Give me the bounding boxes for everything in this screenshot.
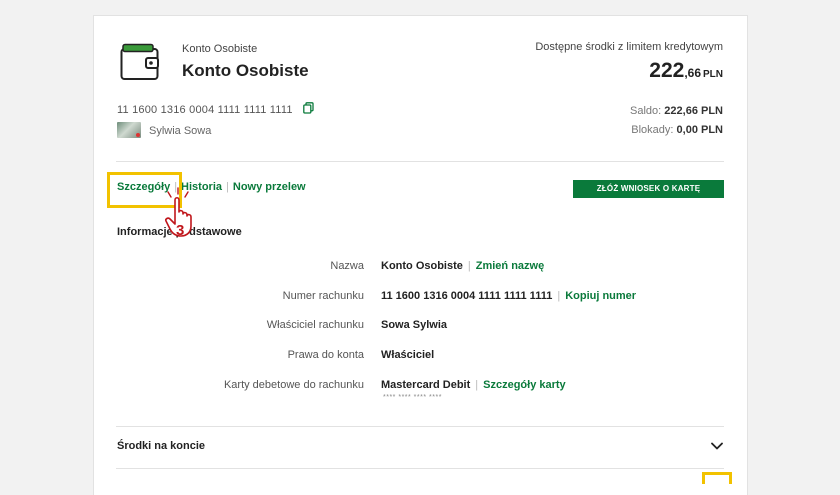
divider (116, 426, 724, 427)
accordion-funds-title[interactable]: Środki na koncie (117, 440, 205, 452)
copy-icon[interactable] (303, 102, 314, 114)
account-type-label: Konto Osobiste (182, 43, 258, 55)
tab-separator: | (226, 181, 229, 193)
blokady-value: 0,00 PLN (676, 124, 723, 136)
available-funds-amount: 222,66 PLN (649, 59, 723, 83)
row-label-rights: Prawa do konta (287, 349, 364, 361)
owner-name: Sylwia Sowa (149, 125, 212, 137)
available-currency: PLN (703, 69, 723, 80)
row-value-owner: Sowa Sylwia (381, 319, 447, 331)
chevron-down-icon[interactable] (711, 442, 723, 450)
wallet-icon (120, 43, 159, 80)
divider (116, 468, 724, 469)
tutorial-highlight-box (702, 472, 732, 484)
available-funds-label: Dostępne środki z limitem kredytowym (535, 41, 723, 53)
copy-number-link[interactable]: Kopiuj numer (565, 290, 636, 302)
row-label-account-number: Numer rachunku (282, 290, 364, 302)
tab-new-transfer[interactable]: Nowy przelew (233, 181, 306, 193)
saldo-value: 222,66 PLN (664, 105, 723, 117)
link-separator: | (557, 290, 561, 302)
masked-card-number: **** **** **** **** (383, 394, 442, 401)
divider (116, 161, 724, 162)
rename-link[interactable]: Zmień nazwę (476, 260, 544, 272)
saldo: Saldo: 222,66 PLN (630, 105, 723, 117)
account-card (93, 15, 748, 495)
available-decimal: ,66 (684, 66, 701, 80)
available-integer: 222 (649, 59, 685, 82)
blokady-label: Blokady: (631, 124, 674, 136)
debit-card-value: Mastercard Debit (381, 379, 471, 391)
row-label-name: Nazwa (330, 260, 364, 272)
owner-avatar (117, 122, 141, 138)
owner-value: Sowa Sylwia (381, 319, 448, 331)
saldo-label: Saldo: (630, 105, 662, 117)
blokady: Blokady: 0,00 PLN (631, 124, 723, 136)
row-label-debit-cards: Karty debetowe do rachunku (223, 379, 364, 391)
account-number-value: 11 1600 1316 0004 1111 1111 1111 (381, 290, 553, 302)
row-value-account-number: 11 1600 1316 0004 1111 1111 1111 | Kopiuj … (381, 290, 636, 302)
card-details-link[interactable]: Szczegóły karty (483, 379, 566, 391)
link-separator: | (475, 379, 479, 391)
apply-debit-card-button[interactable]: ZŁÓŻ WNIOSEK O KARTĘ DEBETOWĄ (573, 180, 724, 211)
link-separator: | (467, 260, 471, 272)
row-value-name: Konto Osobiste | Zmień nazwę (381, 260, 544, 272)
row-value-rights: Właściciel (381, 349, 434, 361)
row-label-owner: Właściciel rachunku (266, 319, 364, 331)
account-name-value: Konto Osobiste (381, 260, 463, 272)
account-name: Konto Osobiste (182, 61, 309, 80)
row-value-debit-cards: Mastercard Debit | Szczegóły karty (381, 379, 566, 391)
step-number-badge: 3 (176, 222, 185, 239)
rights-value: Właściciel (381, 349, 435, 361)
account-number: 11 1600 1316 0004 1111 1111 1111 (117, 104, 293, 116)
